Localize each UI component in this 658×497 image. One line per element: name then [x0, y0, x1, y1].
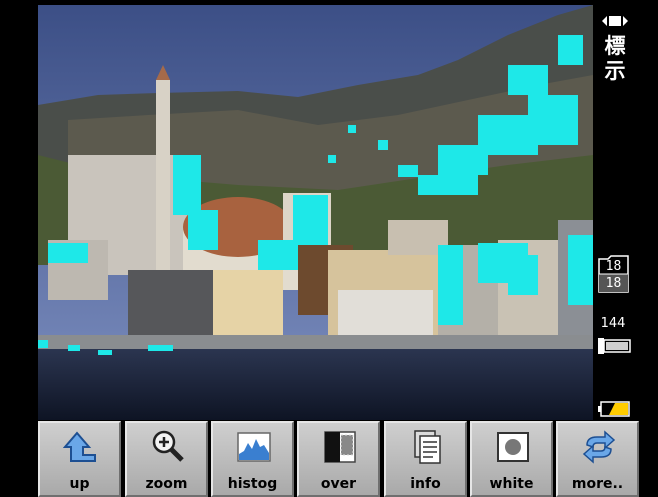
more-arrows-icon: [582, 430, 616, 464]
battery-icon: [598, 401, 630, 417]
white-balance-button[interactable]: white: [470, 421, 553, 497]
histogram-icon: [237, 432, 271, 462]
up-button-label: up: [69, 476, 90, 492]
info-document-icon: [414, 430, 441, 464]
up-button[interactable]: up: [38, 421, 121, 497]
harbor-photo-image: [38, 5, 593, 420]
more-button[interactable]: more..: [556, 421, 639, 497]
zoom-in-icon: [152, 430, 184, 462]
photo-preview[interactable]: [38, 5, 593, 420]
histogram-button-label: histog: [227, 476, 278, 492]
toolbar: up zoom histog over info white more..: [38, 420, 658, 497]
image-counter-current: 18: [605, 259, 622, 274]
left-border: [0, 0, 38, 420]
white-balance-button-label: white: [489, 476, 534, 492]
up-arrow-icon: [63, 431, 96, 462]
histogram-button[interactable]: histog: [211, 421, 294, 497]
zoom-button[interactable]: zoom: [125, 421, 208, 497]
display-mode-icon: [602, 16, 628, 26]
image-counter: 18 18: [598, 255, 629, 293]
info-button[interactable]: info: [384, 421, 467, 497]
image-counter-total: 18: [605, 276, 622, 291]
overexposure-icon: [324, 431, 356, 463]
status-panel: 標示 18 18 144: [593, 0, 658, 420]
overexposure-button[interactable]: over: [297, 421, 380, 497]
mode-label: 標示: [604, 34, 626, 83]
zoom-button-label: zoom: [145, 476, 188, 492]
white-balance-icon: [497, 432, 529, 462]
memory-card-icon: [598, 338, 631, 354]
overexposure-button-label: over: [320, 476, 357, 492]
more-button-label: more..: [571, 476, 624, 492]
info-button-label: info: [410, 476, 441, 492]
remaining-shots: 144: [600, 316, 626, 331]
